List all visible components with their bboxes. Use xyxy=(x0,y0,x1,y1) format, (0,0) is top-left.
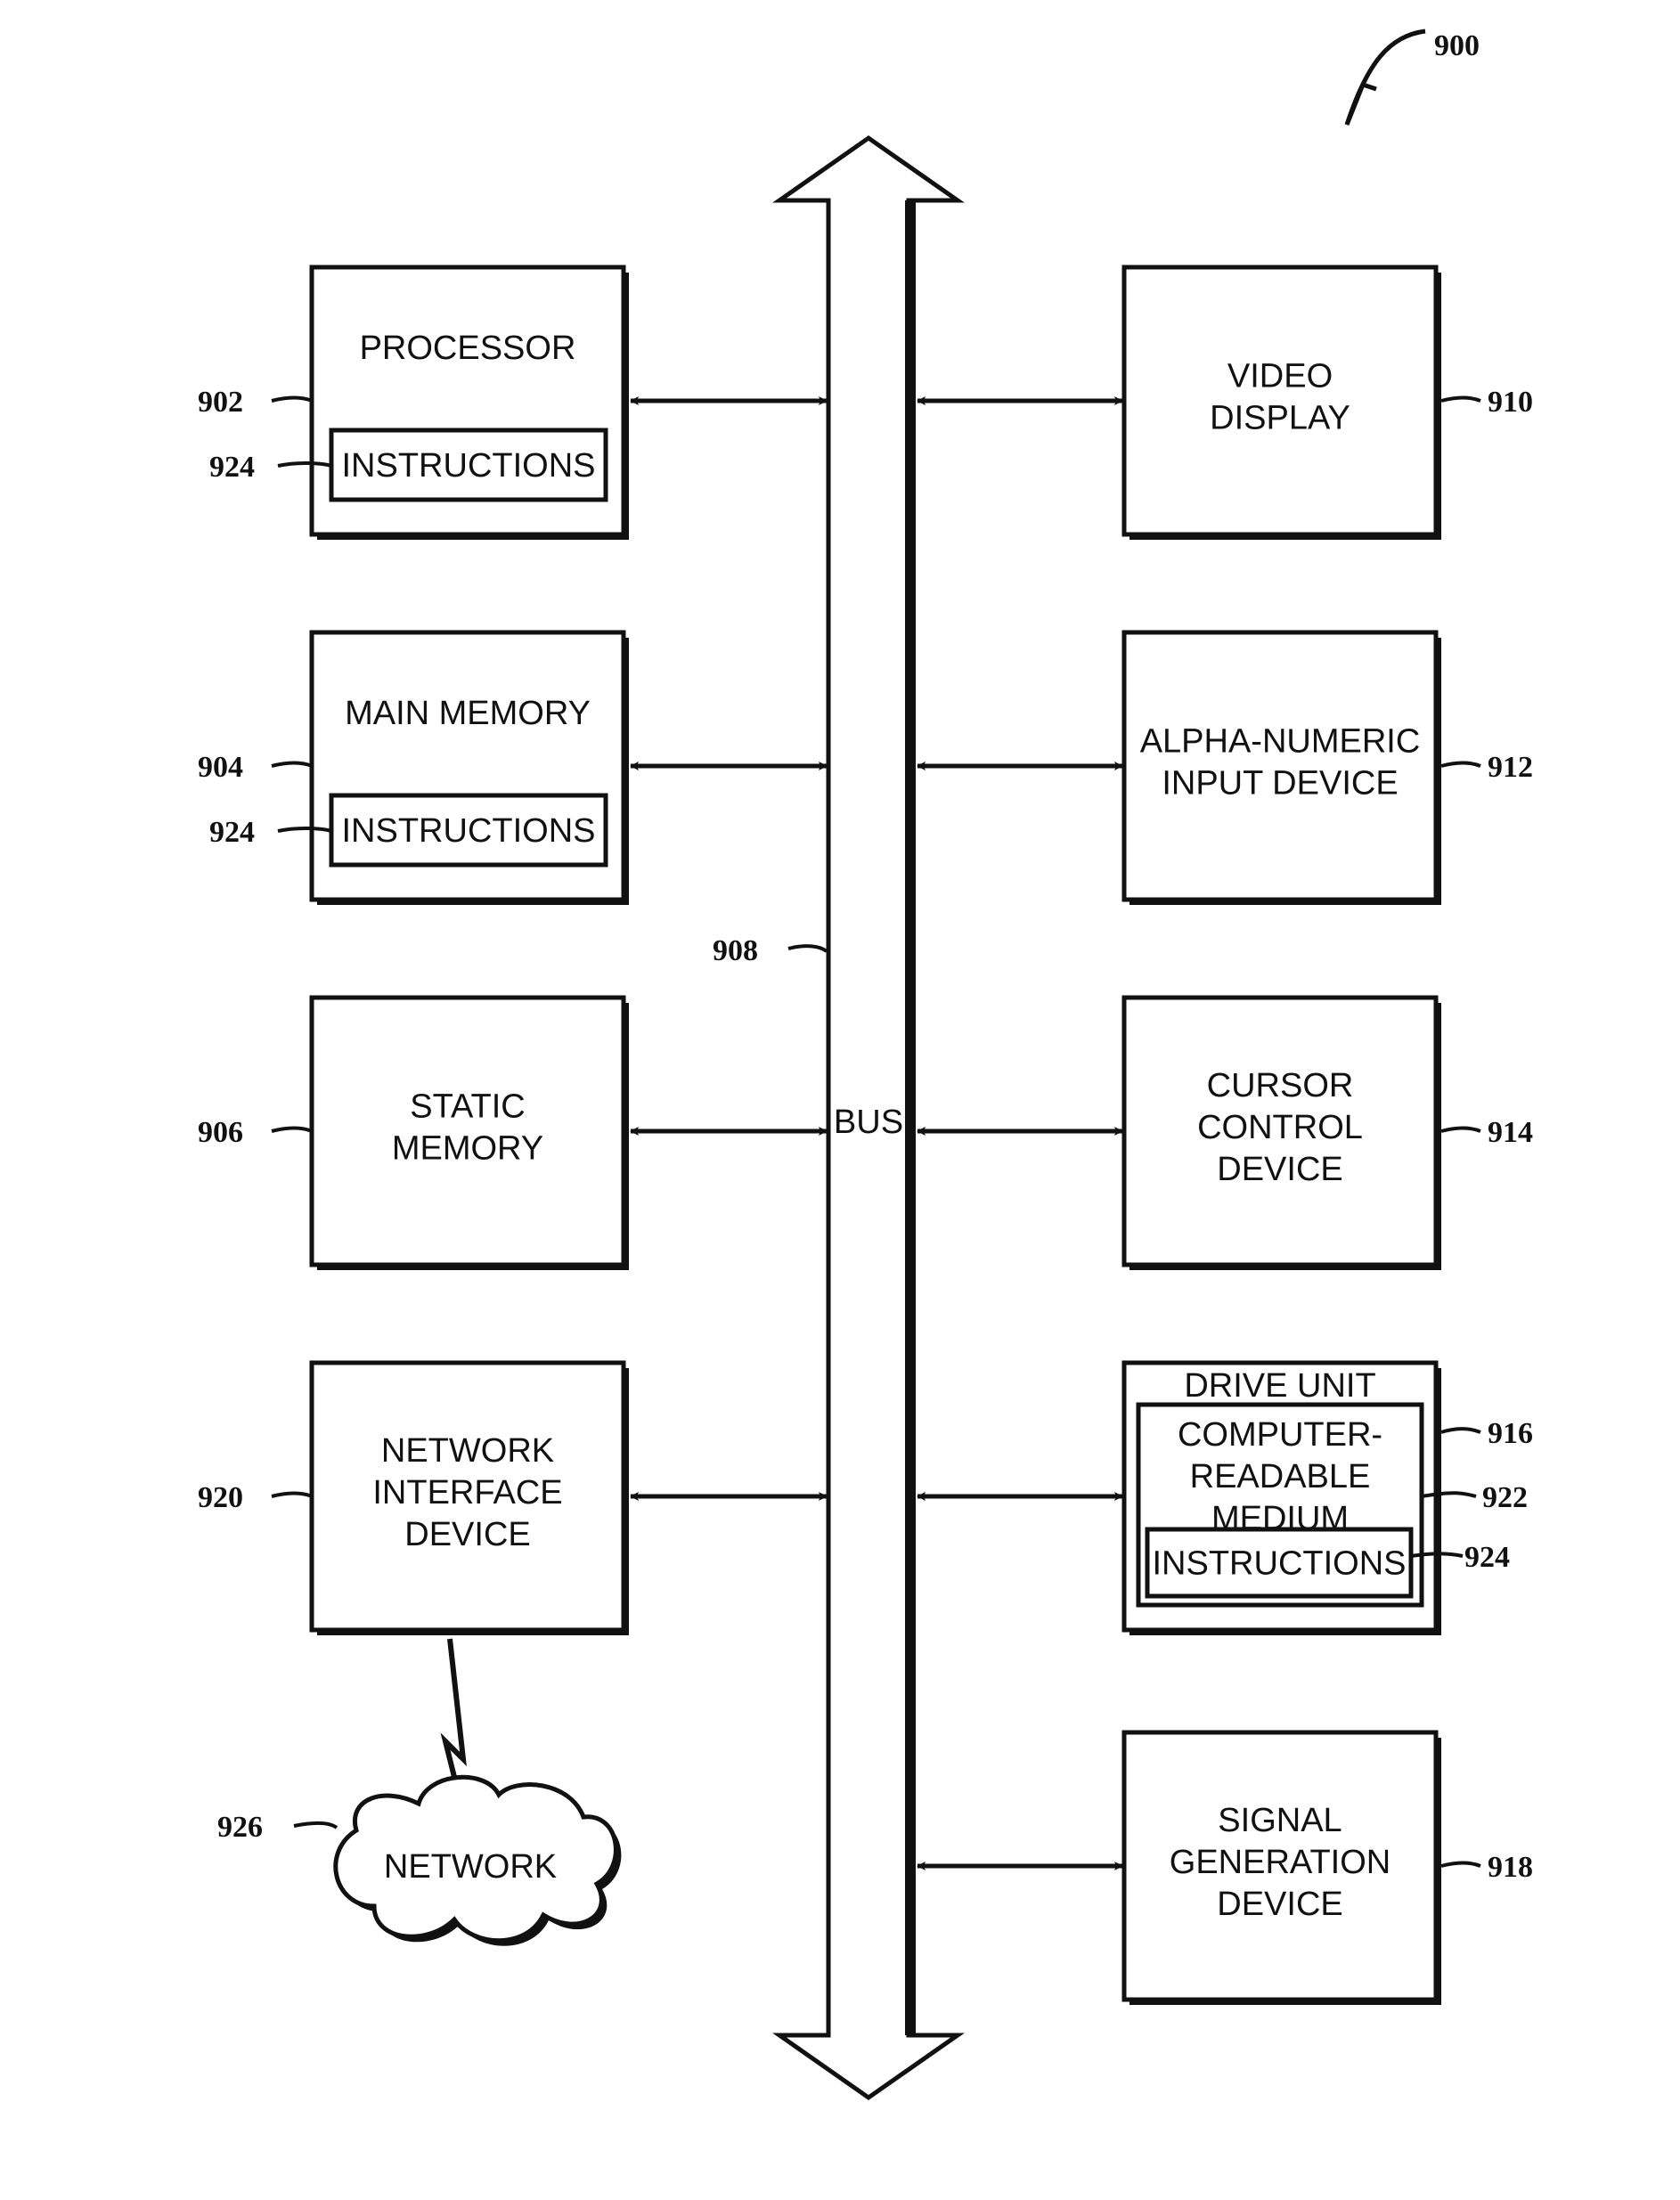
main-memory-ref: 904 xyxy=(198,751,243,784)
leader-line xyxy=(1440,1861,1481,1868)
main-memory-instructions-ref: 924 xyxy=(209,816,255,849)
leader-line xyxy=(271,395,313,403)
block-signal-generation-device: SIGNAL GENERATION DEVICE 918 xyxy=(917,1730,1533,2005)
cursor-control-device-label: CURSOR xyxy=(1207,1067,1354,1104)
leader-line xyxy=(1440,395,1481,403)
video-display-ref: 910 xyxy=(1488,386,1533,419)
leader-line xyxy=(277,827,332,833)
network-ref: 926 xyxy=(217,1811,263,1844)
network-label: NETWORK xyxy=(384,1848,557,1886)
alpha-numeric-input-device-ref: 912 xyxy=(1488,751,1533,784)
network-interface-device-label: NETWORK xyxy=(381,1432,554,1470)
drive-unit-ref: 916 xyxy=(1488,1417,1533,1450)
leader-line xyxy=(1440,1427,1481,1434)
static-memory-label: STATIC xyxy=(410,1088,525,1126)
signal-generation-device-label: GENERATION xyxy=(1170,1844,1390,1881)
leader-line xyxy=(271,761,313,768)
video-display-label: DISPLAY xyxy=(1210,400,1350,437)
alpha-numeric-input-device-label: ALPHA-NUMERIC xyxy=(1140,723,1421,761)
bus-label: BUS xyxy=(834,1104,903,1141)
block-main-memory: MAIN MEMORY INSTRUCTIONS 904 924 xyxy=(198,630,828,905)
processor-instructions-label: INSTRUCTIONS xyxy=(342,447,596,485)
block-processor: PROCESSOR INSTRUCTIONS 902 924 xyxy=(198,265,828,540)
static-memory-ref: 906 xyxy=(198,1116,243,1149)
signal-generation-device-label: SIGNAL xyxy=(1218,1802,1342,1839)
figure-ref-label: 900 xyxy=(1434,29,1480,62)
main-memory-label: MAIN MEMORY xyxy=(345,695,591,732)
static-memory-label: MEMORY xyxy=(392,1130,543,1168)
leader-line xyxy=(271,1491,313,1498)
block-alpha-numeric-input-device: ALPHA-NUMERIC INPUT DEVICE 912 xyxy=(917,630,1533,905)
main-memory-instructions-label: INSTRUCTIONS xyxy=(342,812,596,850)
leader-line xyxy=(1440,761,1481,768)
computer-readable-medium-label: READABLE xyxy=(1190,1458,1371,1495)
block-drive-unit: DRIVE UNITCOMPUTER-READABLEMEDIUMINSTRUC… xyxy=(917,1360,1533,1635)
processor-label: PROCESSOR xyxy=(360,330,576,367)
drive-unit-label: DRIVE UNIT xyxy=(1184,1367,1375,1405)
leader-line xyxy=(1440,1126,1481,1133)
leader-line xyxy=(293,1821,338,1829)
cursor-control-device-ref: 914 xyxy=(1488,1116,1533,1149)
cursor-control-device-label: CONTROL xyxy=(1197,1109,1363,1146)
drive-unit-instructions-label: INSTRUCTIONS xyxy=(1153,1545,1407,1583)
alpha-numeric-input-device-label: INPUT DEVICE xyxy=(1162,765,1398,803)
bus-ref: 908 xyxy=(713,934,758,967)
block-video-display: VIDEO DISPLAY 910 xyxy=(917,265,1533,540)
drive-unit-instructions-ref: 924 xyxy=(1464,1541,1510,1574)
block-network-interface-device: NETWORK INTERFACE DEVICE 920 xyxy=(198,1360,828,1635)
network-interface-device-label: INTERFACE xyxy=(372,1474,562,1511)
block-static-memory: STATIC MEMORY 906 xyxy=(198,995,828,1270)
network-interface-device-label: DEVICE xyxy=(404,1516,530,1553)
cursor-control-device-label: DEVICE xyxy=(1217,1151,1342,1188)
signal-generation-device-ref: 918 xyxy=(1488,1851,1533,1884)
leader-line xyxy=(1421,1491,1477,1498)
leader-line xyxy=(277,461,332,468)
computer-readable-medium-ref: 922 xyxy=(1482,1481,1528,1514)
video-display-label: VIDEO xyxy=(1227,358,1333,395)
network-cloud: NETWORK 926 xyxy=(217,1638,622,1946)
computer-system-diagram: 900 BUS 908 PROCESSORINSTRUCTIONS902924M… xyxy=(198,29,1533,2101)
signal-generation-device-label: DEVICE xyxy=(1217,1886,1342,1923)
network-interface-device-ref: 920 xyxy=(198,1481,243,1514)
block-cursor-control-device: CURSOR CONTROL DEVICE 914 xyxy=(917,995,1533,1270)
computer-readable-medium-label: COMPUTER- xyxy=(1178,1416,1382,1454)
bus: BUS 908 xyxy=(713,134,965,2101)
processor-instructions-ref: 924 xyxy=(209,451,255,484)
figure-ref-900: 900 xyxy=(1344,29,1480,126)
processor-ref: 902 xyxy=(198,386,243,419)
leader-line xyxy=(271,1126,313,1133)
